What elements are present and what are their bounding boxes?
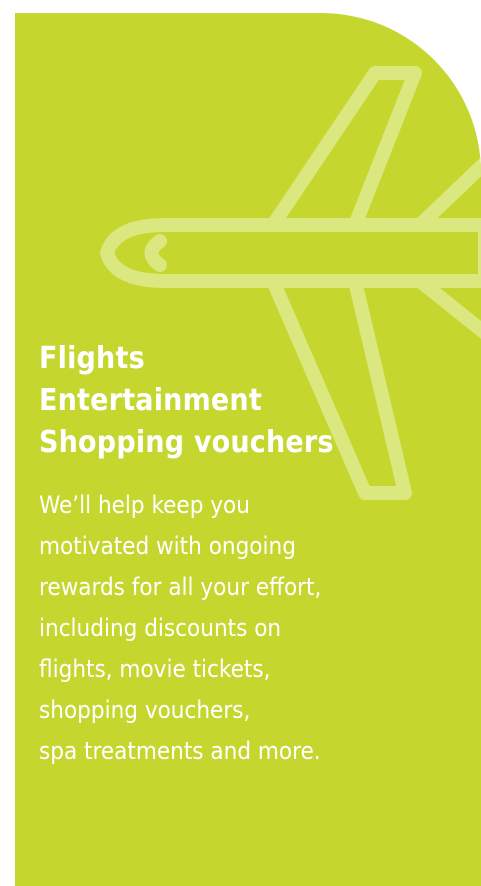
description-line: rewards for all your effort, — [39, 573, 322, 601]
headline: Flights Entertainment Shopping vouchers — [39, 338, 469, 464]
description-line: shopping vouchers, — [39, 696, 251, 724]
description-line: including discounts on — [39, 614, 282, 642]
description: We’ll help keep you motivated with ongoi… — [39, 485, 469, 772]
promo-card: Flights Entertainment Shopping vouchers … — [15, 13, 481, 886]
description-line: motivated with ongoing — [39, 532, 296, 560]
description-line: We’ll help keep you — [39, 491, 250, 519]
headline-line-flights: Flights — [39, 341, 145, 376]
text-block: Flights Entertainment Shopping vouchers … — [39, 338, 469, 772]
headline-line-entertainment: Entertainment — [39, 383, 262, 418]
description-line: spa treatments and more. — [39, 737, 321, 765]
description-line: flights, movie tickets, — [39, 655, 271, 683]
headline-line-shopping-vouchers: Shopping vouchers — [39, 425, 334, 460]
